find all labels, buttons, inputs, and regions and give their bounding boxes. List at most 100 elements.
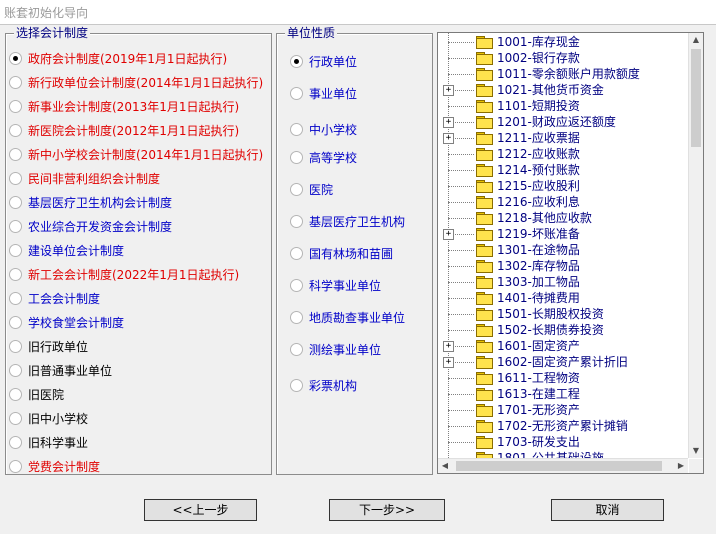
radio-icon[interactable] — [290, 150, 303, 164]
tree-item[interactable]: 1001-库存现金 — [438, 34, 688, 50]
tree-item[interactable]: 1703-研发支出 — [438, 434, 688, 450]
tree-item[interactable]: 1215-应收股利 — [438, 178, 688, 194]
unit-nature-option[interactable]: 科学事业单位 — [290, 276, 381, 294]
tree-item[interactable]: +1201-财政应返还额度 — [438, 114, 688, 130]
radio-icon[interactable] — [290, 86, 303, 100]
tree-item[interactable]: +1021-其他货币资金 — [438, 82, 688, 98]
radio-icon[interactable] — [9, 267, 22, 281]
vertical-scroll-thumb[interactable] — [691, 49, 701, 147]
radio-icon[interactable] — [290, 342, 303, 356]
tree-item[interactable]: +1602-固定资产累计折旧 — [438, 354, 688, 370]
radio-icon[interactable] — [9, 291, 22, 305]
radio-icon[interactable] — [290, 246, 303, 260]
tree-item[interactable]: 1302-库存物品 — [438, 258, 688, 274]
tree-item[interactable]: 1218-其他应收款 — [438, 210, 688, 226]
unit-nature-option[interactable]: 彩票机构 — [290, 376, 357, 394]
unit-nature-option[interactable]: 国有林场和苗圃 — [290, 244, 393, 262]
vertical-scrollbar[interactable]: ▲ ▼ — [688, 33, 703, 458]
tree-item[interactable]: 1501-长期股权投资 — [438, 306, 688, 322]
scroll-up-icon[interactable]: ▲ — [689, 33, 703, 47]
radio-icon[interactable] — [290, 278, 303, 292]
radio-icon[interactable] — [9, 147, 22, 161]
radio-icon[interactable] — [290, 378, 303, 392]
scroll-down-icon[interactable]: ▼ — [689, 444, 703, 458]
plus-box-icon[interactable]: + — [443, 357, 454, 368]
plus-box-icon[interactable]: + — [443, 117, 454, 128]
unit-nature-option[interactable]: 医院 — [290, 180, 333, 198]
radio-icon[interactable] — [290, 122, 303, 136]
radio-icon[interactable] — [9, 171, 22, 185]
unit-nature-option[interactable]: 基层医疗卫生机构 — [290, 212, 405, 230]
radio-icon[interactable] — [9, 219, 22, 233]
tree-item[interactable]: 1002-银行存款 — [438, 50, 688, 66]
unit-nature-option[interactable]: 中小学校 — [290, 120, 357, 138]
accounting-system-option[interactable]: 新行政单位会计制度(2014年1月1日起执行) — [9, 73, 263, 91]
cancel-button[interactable]: 取消 — [551, 499, 664, 521]
radio-icon[interactable] — [9, 363, 22, 377]
radio-icon[interactable] — [9, 387, 22, 401]
tree-item[interactable]: 1611-工程物资 — [438, 370, 688, 386]
accounting-system-option[interactable]: 旧医院 — [9, 385, 64, 403]
scroll-right-icon[interactable]: ▶ — [674, 459, 688, 473]
horizontal-scrollbar[interactable]: ◀ ▶ — [438, 458, 688, 473]
radio-icon[interactable] — [290, 182, 303, 196]
tree-item[interactable]: 1216-应收利息 — [438, 194, 688, 210]
prev-button[interactable]: <<上一步 — [144, 499, 257, 521]
accounting-system-option[interactable]: 建设单位会计制度 — [9, 241, 124, 259]
unit-nature-option[interactable]: 测绘事业单位 — [290, 340, 381, 358]
tree-item[interactable]: 1502-长期债券投资 — [438, 322, 688, 338]
radio-icon[interactable] — [9, 75, 22, 89]
radio-icon[interactable] — [9, 51, 22, 65]
accounting-system-option[interactable]: 基层医疗卫生机构会计制度 — [9, 193, 172, 211]
accounting-system-option[interactable]: 新中小学校会计制度(2014年1月1日起执行) — [9, 145, 263, 163]
tree-item[interactable]: 1303-加工物品 — [438, 274, 688, 290]
radio-icon[interactable] — [290, 310, 303, 324]
account-tree-view[interactable]: 1001-库存现金 1002-银行存款 1011-零余额账户用款额度 +1021-其他… — [437, 32, 704, 474]
accounting-system-option[interactable]: 工会会计制度 — [9, 289, 100, 307]
tree-item[interactable]: 1212-应收账款 — [438, 146, 688, 162]
accounting-system-option[interactable]: 旧中小学校 — [9, 409, 88, 427]
unit-nature-option[interactable]: 行政单位 — [290, 52, 357, 70]
radio-icon[interactable] — [9, 459, 22, 473]
plus-box-icon[interactable]: + — [443, 85, 454, 96]
plus-box-icon[interactable]: + — [443, 229, 454, 240]
tree-item[interactable]: 1613-在建工程 — [438, 386, 688, 402]
scroll-left-icon[interactable]: ◀ — [438, 459, 452, 473]
radio-icon[interactable] — [9, 243, 22, 257]
tree-item[interactable]: 1801-公共基础设施 — [438, 450, 688, 458]
accounting-system-option[interactable]: 农业综合开发资金会计制度 — [9, 217, 172, 235]
accounting-system-option[interactable]: 新医院会计制度(2012年1月1日起执行) — [9, 121, 239, 139]
radio-icon[interactable] — [9, 339, 22, 353]
unit-nature-option[interactable]: 高等学校 — [290, 148, 357, 166]
tree-item[interactable]: 1702-无形资产累计摊销 — [438, 418, 688, 434]
tree-item[interactable]: 1701-无形资产 — [438, 402, 688, 418]
tree-item[interactable]: 1011-零余额账户用款额度 — [438, 66, 688, 82]
accounting-system-option[interactable]: 旧科学事业 — [9, 433, 88, 451]
radio-icon[interactable] — [9, 435, 22, 449]
tree-item[interactable]: +1601-固定资产 — [438, 338, 688, 354]
accounting-system-option[interactable]: 政府会计制度(2019年1月1日起执行) — [9, 49, 227, 67]
tree-item[interactable]: 1401-待摊费用 — [438, 290, 688, 306]
accounting-system-option[interactable]: 旧普通事业单位 — [9, 361, 112, 379]
plus-box-icon[interactable]: + — [443, 133, 454, 144]
tree-item[interactable]: +1219-坏账准备 — [438, 226, 688, 242]
tree-item[interactable]: +1211-应收票据 — [438, 130, 688, 146]
radio-icon[interactable] — [9, 315, 22, 329]
horizontal-scroll-thumb[interactable] — [456, 461, 662, 471]
accounting-system-option[interactable]: 新工会会计制度(2022年1月1日起执行) — [9, 265, 239, 283]
tree-item[interactable]: 1101-短期投资 — [438, 98, 688, 114]
accounting-system-option[interactable]: 新事业会计制度(2013年1月1日起执行) — [9, 97, 239, 115]
tree-item[interactable]: 1301-在途物品 — [438, 242, 688, 258]
radio-icon[interactable] — [290, 54, 303, 68]
accounting-system-option[interactable]: 学校食堂会计制度 — [9, 313, 124, 331]
radio-icon[interactable] — [9, 195, 22, 209]
next-button[interactable]: 下一步>> — [329, 499, 445, 521]
radio-icon[interactable] — [9, 99, 22, 113]
tree-item[interactable]: 1214-预付账款 — [438, 162, 688, 178]
unit-nature-option[interactable]: 地质勘查事业单位 — [290, 308, 405, 326]
radio-icon[interactable] — [290, 214, 303, 228]
radio-icon[interactable] — [9, 123, 22, 137]
accounting-system-option[interactable]: 党费会计制度 — [9, 457, 100, 475]
radio-icon[interactable] — [9, 411, 22, 425]
unit-nature-option[interactable]: 事业单位 — [290, 84, 357, 102]
